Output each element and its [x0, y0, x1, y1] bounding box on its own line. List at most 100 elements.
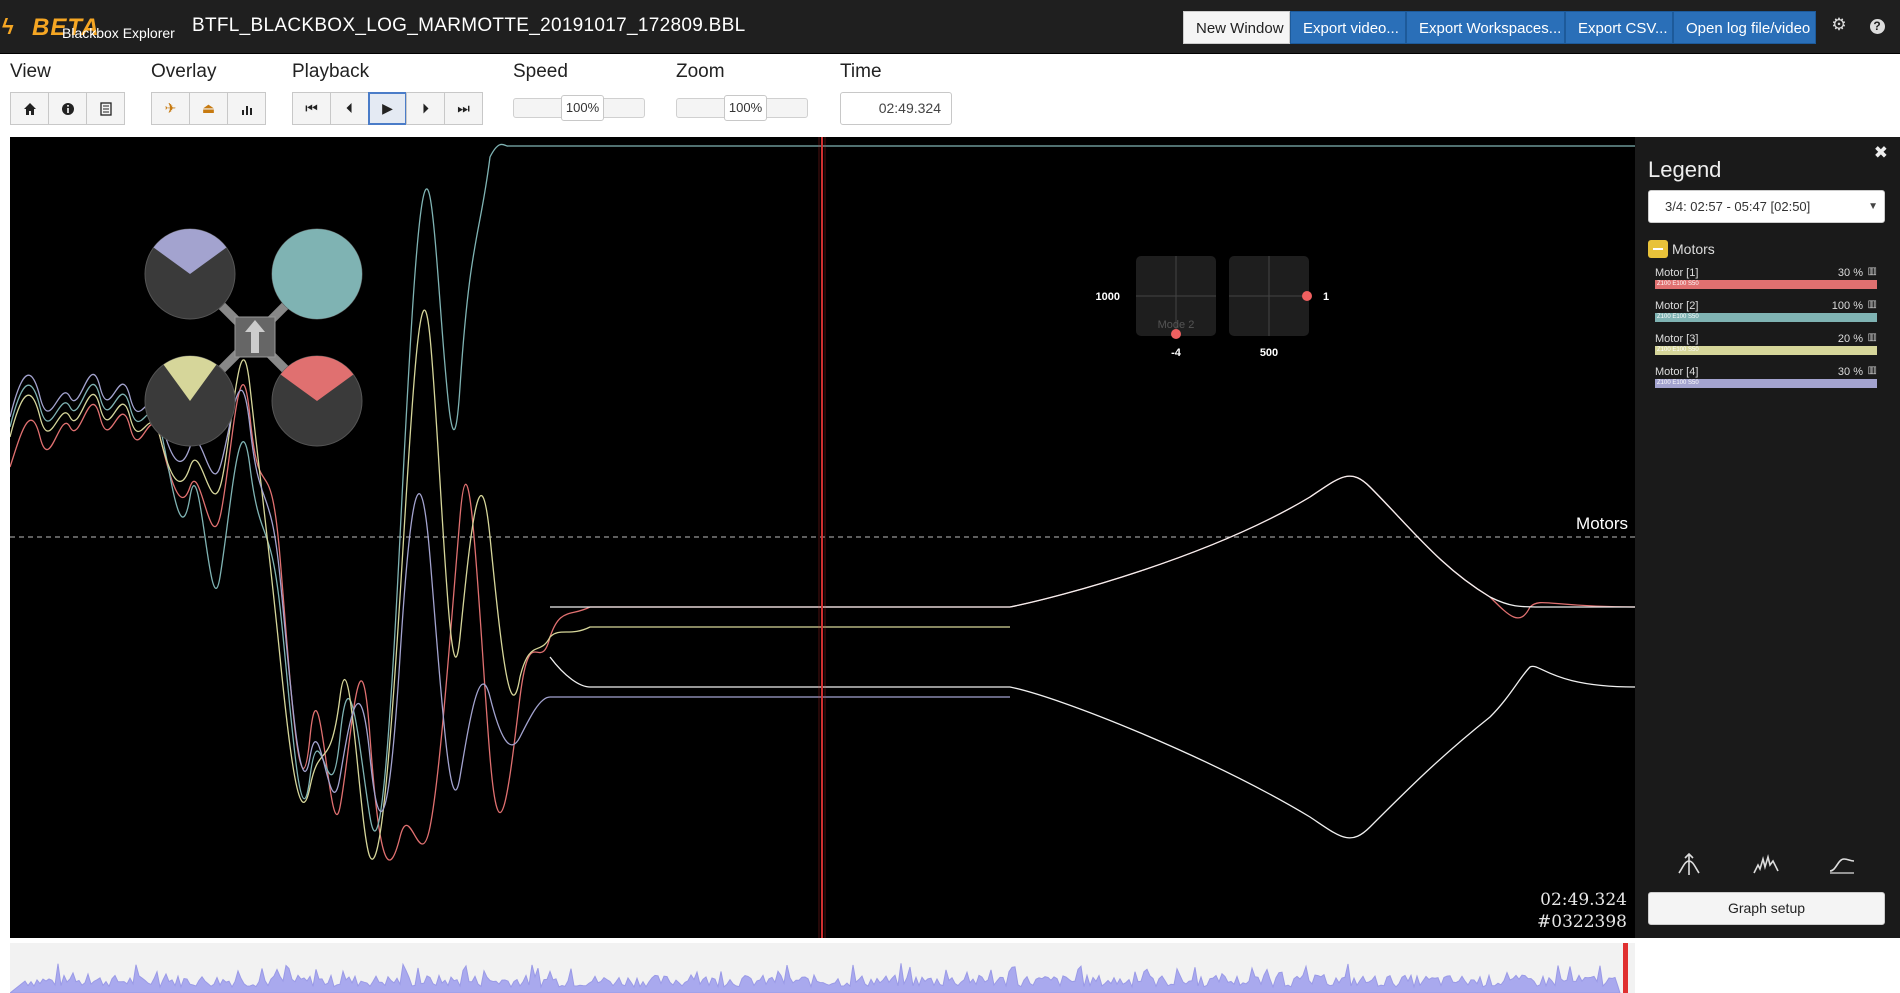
legend-item-color-bar: Z100 E100 S50: [1655, 280, 1877, 289]
stick-right-position: [1302, 291, 1312, 301]
log-info-button[interactable]: [48, 92, 87, 125]
jump-end-button[interactable]: ⏭: [444, 92, 483, 125]
legend-item-color-bar: Z100 E100 S50: [1655, 313, 1877, 322]
playback-button-group: ⏮ ⏴ ▶ ⏵ ⏭: [292, 92, 483, 125]
legend-item-label: Motor [3]: [1655, 333, 1699, 345]
analyser-icon[interactable]: ▥: [1868, 332, 1877, 343]
seekbar[interactable]: [10, 943, 1635, 993]
zoom-graph-icon: [1678, 852, 1700, 875]
legend-bar-text: Z100 E100 S50: [1657, 347, 1699, 353]
stick-right-side-label: 1: [1323, 291, 1329, 303]
legend-item-color-bar: Z100 E100 S50: [1655, 379, 1877, 388]
legend-item-motor-1[interactable]: Motor [1] 30 % ▥ Z100 E100 S50: [1655, 266, 1877, 297]
app-logo: ϟ BETA Blackbox Explorer: [0, 8, 190, 46]
series-line-motor-4: [10, 373, 1010, 812]
analyser-icon[interactable]: ▥: [1868, 266, 1877, 277]
group-collapse-icon[interactable]: [1648, 240, 1668, 258]
noisy-signal-icon: [1753, 853, 1779, 874]
graph-canvas[interactable]: 1000 Mode 2 -4 1 500 Motors 02:49.324 #0…: [10, 137, 1635, 938]
play-icon: ▶: [382, 100, 393, 116]
analyser-overlay-button[interactable]: [227, 92, 266, 125]
zoom-slider[interactable]: 100%: [676, 95, 808, 121]
stick-left-side-label: 1000: [1096, 291, 1120, 303]
craft-overlay-button[interactable]: ✈: [151, 92, 190, 125]
seekbar-activity-graph: [10, 943, 1628, 993]
craft-icon: ✈: [164, 100, 177, 116]
stick-mode-label: Mode 2: [1158, 319, 1195, 331]
overlay-button-group: ✈ ⏏: [151, 92, 266, 125]
zoom-label: Zoom: [676, 61, 725, 82]
jump-start-button[interactable]: ⏮: [292, 92, 331, 125]
legend-close-icon[interactable]: ✖: [1874, 143, 1888, 163]
legend-item-value: 100 %: [1831, 300, 1863, 312]
seekbar-activity-fill: [10, 962, 1621, 993]
seekbar-position-marker[interactable]: [1623, 943, 1628, 993]
logo-bolt-icon: ϟ: [2, 14, 14, 39]
expo-graph-button[interactable]: [1752, 853, 1780, 877]
speed-slider[interactable]: 100%: [513, 95, 645, 121]
legend-group-name: Motors: [1672, 241, 1715, 257]
skip-start-icon: ⏮: [305, 100, 318, 116]
legend-item-label: Motor [1]: [1655, 267, 1699, 279]
chevron-down-icon: ▼: [1868, 201, 1878, 212]
export-csv-button[interactable]: Export CSV...: [1565, 11, 1673, 44]
help-icon[interactable]: ?: [1866, 15, 1888, 37]
graph-frame-number: #0322398: [1537, 912, 1627, 932]
home-icon: [23, 102, 36, 115]
legend-item-value: 20 %: [1837, 333, 1863, 345]
series-line-envelope-lower: [549, 656, 1635, 839]
legend-item-motor-4[interactable]: Motor [4] 30 % ▥ Z100 E100 S50: [1655, 365, 1877, 396]
step-back-button[interactable]: ⏴: [330, 92, 369, 125]
top-bar: ϟ BETA Blackbox Explorer BTFL_BLACKBOX_L…: [0, 0, 1900, 54]
motor-graph: 1000 Mode 2 -4 1 500: [10, 137, 1635, 938]
info-icon: [61, 102, 74, 115]
analyser-icon: [241, 105, 252, 115]
time-input[interactable]: 02:49.324: [840, 92, 952, 125]
step-forward-button[interactable]: ⏵: [406, 92, 445, 125]
legend-bar-text: Z100 E100 S50: [1657, 314, 1699, 320]
zoom-slider-thumb[interactable]: 100%: [724, 95, 767, 121]
legend-item-color-bar: Z100 E100 S50: [1655, 346, 1877, 355]
view-label: View: [10, 61, 51, 82]
smooth-graph-button[interactable]: [1828, 853, 1856, 877]
graph-setup-button[interactable]: Graph setup: [1648, 892, 1885, 925]
analyser-icon[interactable]: ▥: [1868, 365, 1877, 376]
legend-item-value: 30 %: [1837, 267, 1863, 279]
legend-item-label: Motor [4]: [1655, 366, 1699, 378]
step-back-icon: ⏴: [346, 100, 353, 116]
log-selector[interactable]: 3/4: 02:57 - 05:47 [02:50] ▼: [1648, 190, 1885, 223]
file-title: BTFL_BLACKBOX_LOG_MARMOTTE_20191017_1728…: [192, 15, 746, 36]
logo-subtitle: Blackbox Explorer: [62, 25, 175, 41]
stick-right-bottom-label: 500: [1260, 347, 1278, 359]
joystick-icon: ⏏: [201, 100, 216, 116]
gear-icon[interactable]: ⚙: [1828, 15, 1850, 37]
analyser-icon[interactable]: ▥: [1868, 299, 1877, 310]
legend-bar-text: Z100 E100 S50: [1657, 281, 1699, 287]
step-forward-icon: ⏵: [422, 100, 429, 116]
log-table-button[interactable]: [86, 92, 125, 125]
view-button-group: [10, 92, 125, 125]
home-view-button[interactable]: [10, 92, 49, 125]
stick-left-bottom-label: -4: [1171, 347, 1182, 359]
sticks-overlay-button[interactable]: ⏏: [189, 92, 228, 125]
graph-time-readout: 02:49.324: [1540, 890, 1627, 910]
new-window-button[interactable]: New Window: [1183, 11, 1290, 44]
export-workspaces-button[interactable]: Export Workspaces...: [1406, 11, 1565, 44]
time-label: Time: [840, 61, 882, 82]
playback-label: Playback: [292, 61, 370, 82]
legend-bar-text: Z100 E100 S50: [1657, 380, 1699, 386]
legend-item-label: Motor [2]: [1655, 300, 1699, 312]
sticks-overlay: 1000 Mode 2 -4 1 500: [1096, 256, 1329, 359]
export-video-button[interactable]: Export video...: [1290, 11, 1406, 44]
speed-slider-thumb[interactable]: 100%: [561, 95, 604, 121]
zoom-graph-button[interactable]: [1675, 852, 1703, 877]
table-icon: [99, 101, 112, 116]
legend-item-motor-2[interactable]: Motor [2] 100 % ▥ Z100 E100 S50: [1655, 299, 1877, 330]
legend-title: Legend: [1648, 157, 1722, 182]
open-log-button[interactable]: Open log file/video: [1673, 11, 1816, 44]
legend-item-motor-3[interactable]: Motor [3] 20 % ▥ Z100 E100 S50: [1655, 332, 1877, 363]
legend-panel: ✖ Legend 3/4: 02:57 - 05:47 [02:50] ▼ Mo…: [1635, 137, 1900, 938]
series-line-envelope-upper: [550, 475, 1635, 608]
graph-group-label: Motors: [1576, 514, 1628, 533]
play-button[interactable]: ▶: [368, 92, 407, 125]
